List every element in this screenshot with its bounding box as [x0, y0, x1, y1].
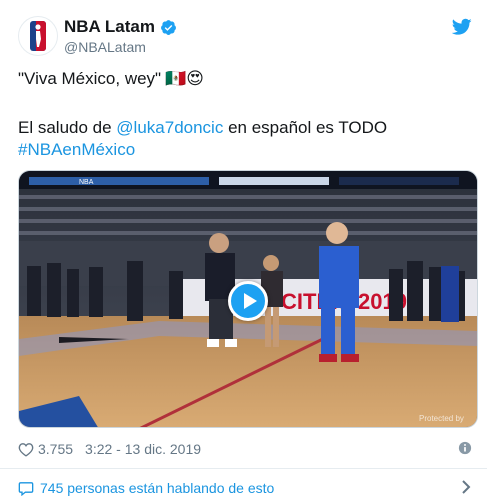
tweet-meta: 3.755 3:22 - 13 dic. 2019	[18, 439, 478, 459]
video-player[interactable]: NBA CITIES 2019 Protected by	[18, 170, 478, 428]
tweet-text-suffix: en español es TODO	[223, 118, 388, 137]
verified-badge-icon	[161, 19, 176, 35]
tweet-text-line-2: El saludo de @luka7doncic en español es …	[18, 117, 387, 139]
tweet-header: NBA Latam @NBALatam	[18, 14, 478, 60]
tweet-card: NBA Latam @NBALatam "Viva México, wey" 🇲…	[0, 0, 487, 499]
nba-logo-icon	[30, 21, 46, 51]
mexico-flag-heart-eyes-emoji: 🇲🇽😍	[165, 69, 204, 88]
watermark-text: Protected by	[419, 414, 464, 423]
conversation-count-text[interactable]: 745 personas están hablando de esto	[40, 480, 274, 496]
twitter-bird-icon[interactable]	[452, 18, 472, 36]
hashtag-link[interactable]: #NBAenMéxico	[18, 139, 135, 161]
avatar[interactable]	[18, 16, 58, 56]
tweet-quote: "Viva México, wey"	[18, 69, 162, 88]
tweet-timestamp[interactable]: 3:22 - 13 dic. 2019	[85, 441, 201, 457]
account-name[interactable]: NBA Latam	[64, 17, 155, 37]
speech-bubble-icon	[18, 481, 34, 496]
heart-icon[interactable]	[18, 442, 34, 457]
account-handle[interactable]: @NBALatam	[64, 39, 146, 55]
info-icon[interactable]	[458, 441, 472, 455]
play-icon	[243, 293, 257, 309]
play-button[interactable]	[228, 281, 268, 321]
like-count[interactable]: 3.755	[38, 441, 73, 457]
chevron-right-icon[interactable]	[460, 480, 472, 494]
conversation-link[interactable]: 745 personas están hablando de esto	[18, 477, 478, 499]
mention-link[interactable]: @luka7doncic	[116, 118, 223, 137]
account-name-row[interactable]: NBA Latam	[64, 17, 177, 37]
footer-divider	[0, 468, 487, 469]
tweet-text-prefix: El saludo de	[18, 118, 117, 137]
tweet-text-line-1: "Viva México, wey" 🇲🇽😍	[18, 68, 204, 90]
arena-scoreboard-text: NBA	[79, 179, 94, 186]
